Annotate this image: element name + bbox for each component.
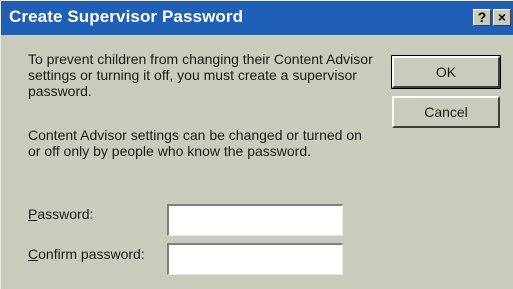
create-supervisor-password-dialog: Create Supervisor Password ? × To preven…: [0, 0, 513, 289]
password-label-text: assword:: [37, 206, 94, 222]
close-button[interactable]: ×: [493, 9, 511, 26]
confirm-label-accelerator: C: [28, 246, 39, 262]
intro-message: To prevent children from changing their …: [28, 51, 373, 99]
password-label-accelerator: P: [28, 206, 38, 222]
close-icon: ×: [497, 9, 507, 25]
info-message: Content Advisor settings can be changed …: [28, 127, 362, 159]
password-field[interactable]: [167, 204, 343, 236]
confirm-label-text: onfirm password:: [38, 246, 145, 262]
ok-button[interactable]: OK: [391, 55, 501, 89]
help-icon: ?: [477, 9, 487, 25]
password-label: Password:: [28, 206, 93, 222]
confirm-password-label: Confirm password:: [28, 246, 145, 262]
confirm-password-field[interactable]: [167, 243, 343, 275]
cancel-button[interactable]: Cancel: [392, 96, 500, 128]
dialog-title: Create Supervisor Password: [9, 7, 244, 26]
title-bar[interactable]: Create Supervisor Password ? ×: [1, 1, 513, 35]
help-button[interactable]: ?: [473, 9, 491, 26]
